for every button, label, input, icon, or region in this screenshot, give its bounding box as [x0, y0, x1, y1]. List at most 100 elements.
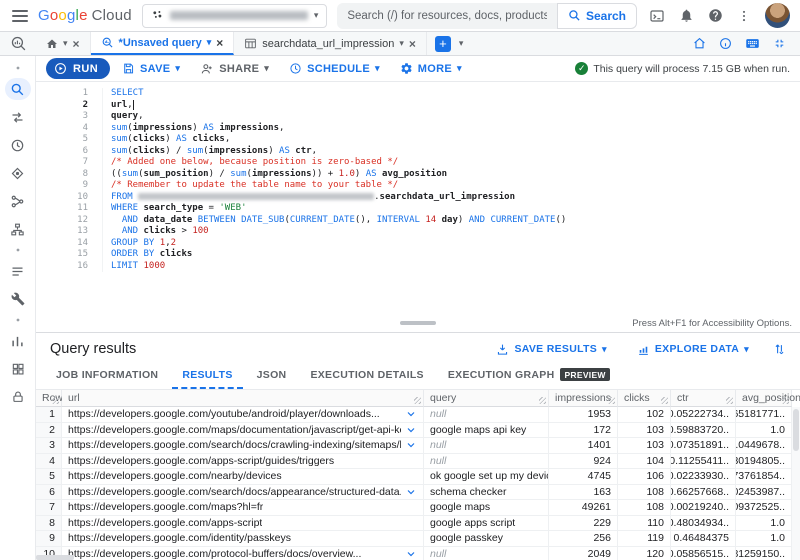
search-input[interactable]	[337, 2, 557, 29]
global-search: Search	[337, 2, 637, 29]
url-cell[interactable]: https://developers.google.com/protocol-b…	[62, 546, 424, 560]
expand-chevron-icon[interactable]	[405, 548, 417, 560]
column-resize-handle[interactable]	[726, 397, 733, 404]
sql-code-area[interactable]: 1 SELECT 2 url, 3 query, 4 sum(impressions) AS …	[36, 82, 800, 314]
cloud-shell-icon[interactable]	[649, 8, 665, 24]
tab-home[interactable]	[36, 32, 91, 55]
column-header-impressions[interactable]: impressions	[549, 390, 618, 407]
results-tab-execution-graph[interactable]: EXECUTION GRAPH PREVIEW	[438, 368, 620, 389]
menu-icon[interactable]	[12, 9, 28, 22]
column-resize-handle[interactable]	[539, 397, 546, 404]
url-cell[interactable]: https://developers.google.com/nearby/dev…	[62, 469, 424, 485]
url-cell[interactable]: https://developers.google.com/identity/p…	[62, 531, 424, 547]
left-nav-rail	[0, 56, 36, 560]
column-header-clicks[interactable]: clicks	[618, 390, 671, 407]
column-header-url[interactable]: url	[62, 390, 424, 407]
url-cell[interactable]: https://developers.google.com/search/doc…	[62, 484, 424, 500]
save-button[interactable]: SAVE	[114, 58, 188, 80]
code-line: 12 AND data_date BETWEEN DATE_SUB(CURREN…	[36, 214, 800, 226]
column-header-avg_position[interactable]: avg_position	[736, 390, 800, 407]
avg-position-cell: 1.02453987..	[736, 484, 792, 500]
results-table: Rowurlqueryimpressionsclicksctravg_posit…	[36, 390, 800, 560]
new-tab-button[interactable]	[434, 35, 451, 52]
query-cell: google maps	[424, 500, 549, 516]
url-cell[interactable]: https://developers.google.com/maps/docum…	[62, 422, 424, 438]
table-horizontal-scrollbar[interactable]	[36, 555, 74, 560]
results-tab-job-information[interactable]: JOB INFORMATION	[46, 369, 168, 389]
tab-unsaved-query[interactable]: *Unsaved query	[90, 32, 235, 55]
project-selector[interactable]	[141, 3, 328, 28]
avg-position-cell: 1.0	[736, 515, 792, 531]
url-cell[interactable]: https://developers.google.com/youtube/an…	[62, 407, 424, 423]
tab-overflow-icon[interactable]	[459, 39, 464, 48]
keyboard-shortcuts-icon[interactable]	[745, 36, 760, 51]
url-cell[interactable]: https://developers.google.com/search/doc…	[62, 438, 424, 454]
expand-chevron-icon[interactable]	[405, 424, 417, 436]
url-cell[interactable]: https://developers.google.com/maps?hl=fr	[62, 500, 424, 516]
results-tab-json[interactable]: JSON	[247, 369, 297, 389]
preview-badge: PREVIEW	[560, 368, 610, 381]
column-resize-handle[interactable]	[52, 397, 59, 404]
code-line: 1 SELECT	[36, 88, 800, 100]
home-icon[interactable]	[693, 37, 706, 50]
column-header-query[interactable]: query	[424, 390, 549, 407]
avg-position-cell: 1.09372525..	[736, 500, 792, 516]
redacted-table-path	[138, 192, 375, 200]
sidebar-item-scheduled-queries[interactable]	[5, 134, 31, 156]
clicks-cell: 106	[618, 469, 671, 485]
schedule-button[interactable]: SCHEDULE	[281, 58, 388, 80]
expand-chevron-icon[interactable]	[405, 439, 417, 451]
sidebar-item-data-lineage[interactable]	[5, 218, 31, 240]
column-resize-handle[interactable]	[414, 397, 421, 404]
collapse-icon[interactable]	[773, 37, 786, 50]
tab-searchdata-url-impression[interactable]: searchdata_url_impression	[234, 32, 427, 55]
sidebar-item-explorer-search[interactable]	[4, 78, 31, 100]
sidebar-item-governance[interactable]	[5, 386, 31, 408]
notifications-icon[interactable]	[679, 8, 694, 23]
more-vertical-icon[interactable]	[737, 9, 751, 23]
table-vertical-scrollbar[interactable]	[792, 407, 800, 560]
explore-data-button[interactable]: EXPLORE DATA	[631, 342, 755, 357]
column-header-ctr[interactable]: ctr	[671, 390, 736, 407]
url-cell[interactable]: https://developers.google.com/apps-scrip…	[62, 453, 424, 469]
results-actions: SAVE RESULTS EXPLORE DATA	[490, 342, 786, 357]
expand-chevron-icon[interactable]	[405, 486, 417, 498]
url-cell[interactable]: https://developers.google.com/apps-scrip…	[62, 515, 424, 531]
run-button[interactable]: RUN	[46, 58, 111, 79]
sidebar-item-data-transfers[interactable]	[5, 106, 31, 128]
help-icon[interactable]	[708, 8, 723, 23]
close-icon[interactable]	[73, 38, 80, 50]
gear-icon	[401, 63, 412, 74]
column-header-row[interactable]: Row	[36, 390, 63, 407]
more-button[interactable]: MORE	[392, 58, 470, 80]
sidebar-item-migration[interactable]	[5, 260, 31, 282]
query-results-panel: Query results SAVE RESULTS EXPLORE DATA	[36, 332, 800, 560]
sql-editor: 1 SELECT 2 url, 3 query, 4 sum(impressions) AS …	[36, 82, 800, 332]
panel-splitter-handle[interactable]	[400, 321, 436, 325]
sidebar-item-admin-tools[interactable]	[5, 288, 31, 310]
search-button[interactable]: Search	[556, 2, 637, 29]
results-tab-execution-details[interactable]: EXECUTION DETAILS	[300, 369, 433, 389]
google-cloud-logo[interactable]: Google Cloud	[38, 7, 132, 24]
share-button[interactable]: SHARE	[192, 58, 277, 80]
column-resize-handle[interactable]	[782, 397, 789, 404]
close-icon[interactable]	[216, 37, 223, 49]
query-cell: null	[424, 546, 549, 560]
avatar[interactable]	[765, 3, 790, 28]
results-tab-results[interactable]: RESULTS	[172, 369, 243, 389]
sidebar-item-analytics-hub[interactable]	[5, 162, 31, 184]
clicks-cell: 110	[618, 515, 671, 531]
column-resize-handle[interactable]	[661, 397, 668, 404]
expand-chevron-icon[interactable]	[405, 408, 417, 420]
column-resize-handle[interactable]	[608, 397, 615, 404]
save-results-button[interactable]: SAVE RESULTS	[490, 342, 612, 357]
valid-check-icon	[575, 62, 589, 75]
sidebar-item-dataform[interactable]	[5, 190, 31, 212]
swap-vertical-icon[interactable]	[773, 343, 786, 356]
sidebar-item-monitoring[interactable]	[5, 330, 31, 352]
impressions-cell: 2049	[549, 546, 618, 560]
download-icon	[498, 344, 508, 355]
info-icon[interactable]	[719, 37, 732, 50]
sidebar-item-capacity[interactable]	[5, 358, 31, 380]
close-icon[interactable]	[409, 38, 416, 50]
